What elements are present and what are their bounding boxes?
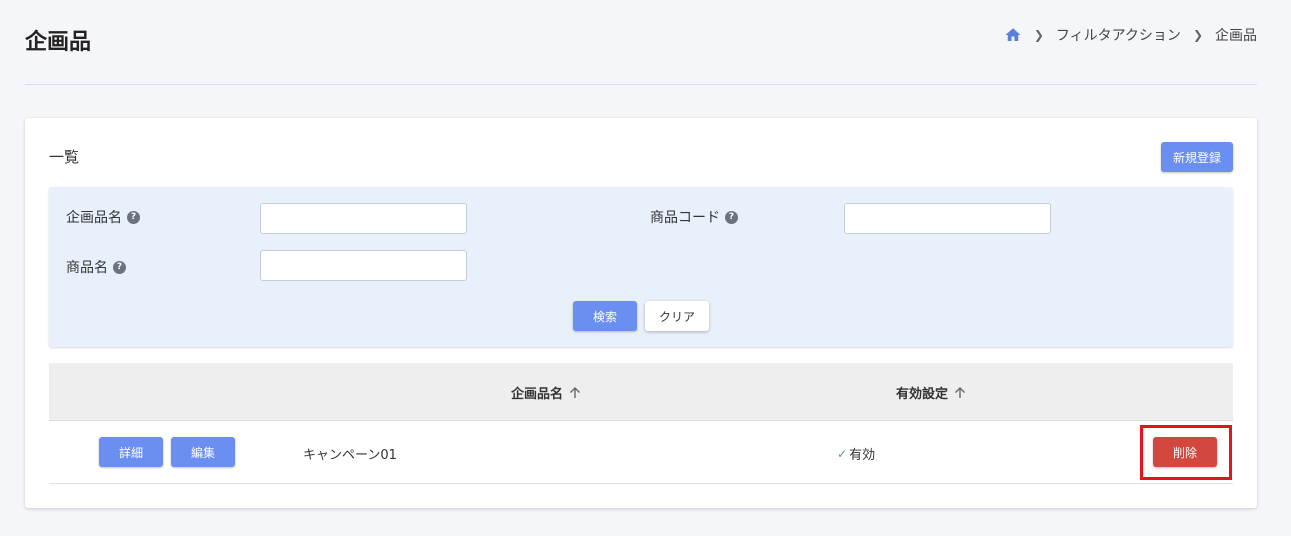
check-icon: ✓	[837, 446, 848, 461]
results-table: 企画品名 有効設定 詳細 編集 キャンペーン01 ✓ 有効 削除	[49, 363, 1233, 484]
filter-panel: 企画品名 ? 商品コード ? 商品名 ? 検索 クリア	[49, 187, 1233, 347]
sort-arrow-up-icon	[569, 386, 581, 399]
filter-label-product-name: 商品名 ?	[66, 257, 126, 277]
breadcrumb: ❯ フィルタアクション ❯ 企画品	[1004, 25, 1257, 45]
sort-arrow-up-icon	[954, 386, 966, 399]
chevron-right-icon: ❯	[1192, 28, 1203, 42]
clear-button[interactable]: クリア	[645, 301, 709, 331]
detail-button[interactable]: 詳細	[99, 437, 163, 467]
plan-name-input[interactable]	[260, 203, 467, 234]
column-header-enabled[interactable]: 有効設定	[896, 383, 966, 402]
help-icon[interactable]: ?	[725, 210, 738, 224]
new-register-button[interactable]: 新規登録	[1161, 142, 1233, 172]
filter-label-product-code: 商品コード ?	[650, 207, 738, 227]
delete-button[interactable]: 削除	[1153, 437, 1217, 467]
page-header: 企画品 ❯ フィルタアクション ❯ 企画品	[25, 0, 1257, 85]
help-icon[interactable]: ?	[113, 260, 126, 274]
plan-name-cell: キャンペーン01	[303, 448, 397, 463]
product-name-input[interactable]	[260, 250, 467, 281]
table-row: 詳細 編集 キャンペーン01 ✓ 有効 削除	[49, 421, 1233, 484]
breadcrumb-item-filter-action[interactable]: フィルタアクション	[1056, 25, 1181, 45]
list-card: 一覧 新規登録 企画品名 ? 商品コード ? 商品名 ? 検索 クリア 企画品名	[25, 118, 1257, 508]
column-header-plan-name[interactable]: 企画品名	[511, 383, 581, 402]
card-title: 一覧	[49, 148, 80, 166]
enabled-status-cell: ✓ 有効	[837, 446, 876, 464]
breadcrumb-item-current: 企画品	[1215, 28, 1257, 44]
filter-label-plan-name: 企画品名 ?	[66, 207, 140, 227]
chevron-right-icon: ❯	[1033, 28, 1044, 42]
help-icon[interactable]: ?	[127, 210, 140, 224]
edit-button[interactable]: 編集	[171, 437, 235, 467]
home-icon[interactable]	[1004, 26, 1022, 44]
page-title: 企画品	[25, 30, 92, 55]
search-button[interactable]: 検索	[573, 301, 637, 331]
table-header: 企画品名 有効設定	[49, 363, 1233, 421]
product-code-input[interactable]	[844, 203, 1051, 234]
